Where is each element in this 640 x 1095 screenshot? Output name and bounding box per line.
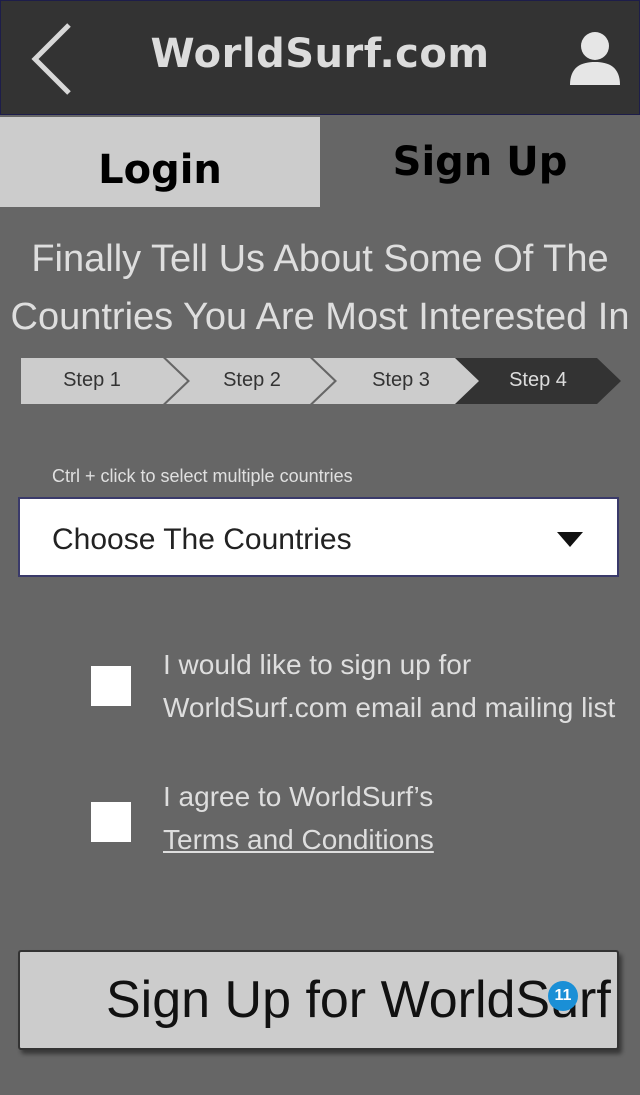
notification-badge: 11: [548, 981, 578, 1011]
step-1[interactable]: Step 1: [21, 358, 187, 404]
page-heading: Finally Tell Us About Some Of The Countr…: [0, 230, 640, 346]
countries-select-label: Choose The Countries: [52, 523, 352, 556]
step-3-label: Step 3: [372, 369, 430, 391]
terms-link[interactable]: Terms and Conditions: [163, 824, 434, 855]
user-icon: [570, 32, 620, 85]
signup-submit-button[interactable]: Sign Up for WorldSurf: [18, 950, 619, 1050]
terms-label: I agree to WorldSurf’s Terms and Conditi…: [163, 775, 434, 861]
tab-signup[interactable]: Sign Up: [320, 117, 640, 207]
mailing-list-checkbox[interactable]: [91, 666, 131, 706]
step-4[interactable]: Step 4: [455, 358, 621, 404]
step-4-label: Step 4: [509, 369, 567, 391]
caret-down-icon: [557, 532, 583, 547]
step-indicator: Step 1 Step 2 Step 3 Step 4: [21, 358, 621, 404]
tab-login-label: Login: [98, 147, 222, 193]
signup-submit-label: Sign Up for WorldSurf: [106, 971, 611, 1029]
mailing-list-label-line1: I would like to sign up for: [163, 649, 472, 680]
app-title: WorldSurf.com: [150, 31, 490, 77]
page-heading-line2: Countries You Are Most Interested In: [10, 296, 630, 338]
page-heading-line1: Finally Tell Us About Some Of The: [31, 238, 609, 280]
mailing-list-label: I would like to sign up for WorldSurf.co…: [163, 643, 615, 729]
tab-login[interactable]: Login: [0, 117, 320, 207]
select-hint: Ctrl + click to select multiple countrie…: [52, 466, 353, 486]
terms-label-line1: I agree to WorldSurf’s: [163, 781, 434, 812]
terms-checkbox[interactable]: [91, 802, 131, 842]
countries-select[interactable]: Choose The Countries: [18, 497, 619, 577]
step-2[interactable]: Step 2: [166, 358, 334, 404]
app-header: WorldSurf.com: [0, 0, 640, 115]
tab-signup-label: Sign Up: [392, 139, 568, 185]
mailing-list-label-line2: WorldSurf.com email and mailing list: [163, 692, 616, 723]
step-1-label: Step 1: [63, 369, 121, 391]
step-2-label: Step 2: [223, 369, 281, 391]
profile-button[interactable]: [567, 31, 623, 85]
